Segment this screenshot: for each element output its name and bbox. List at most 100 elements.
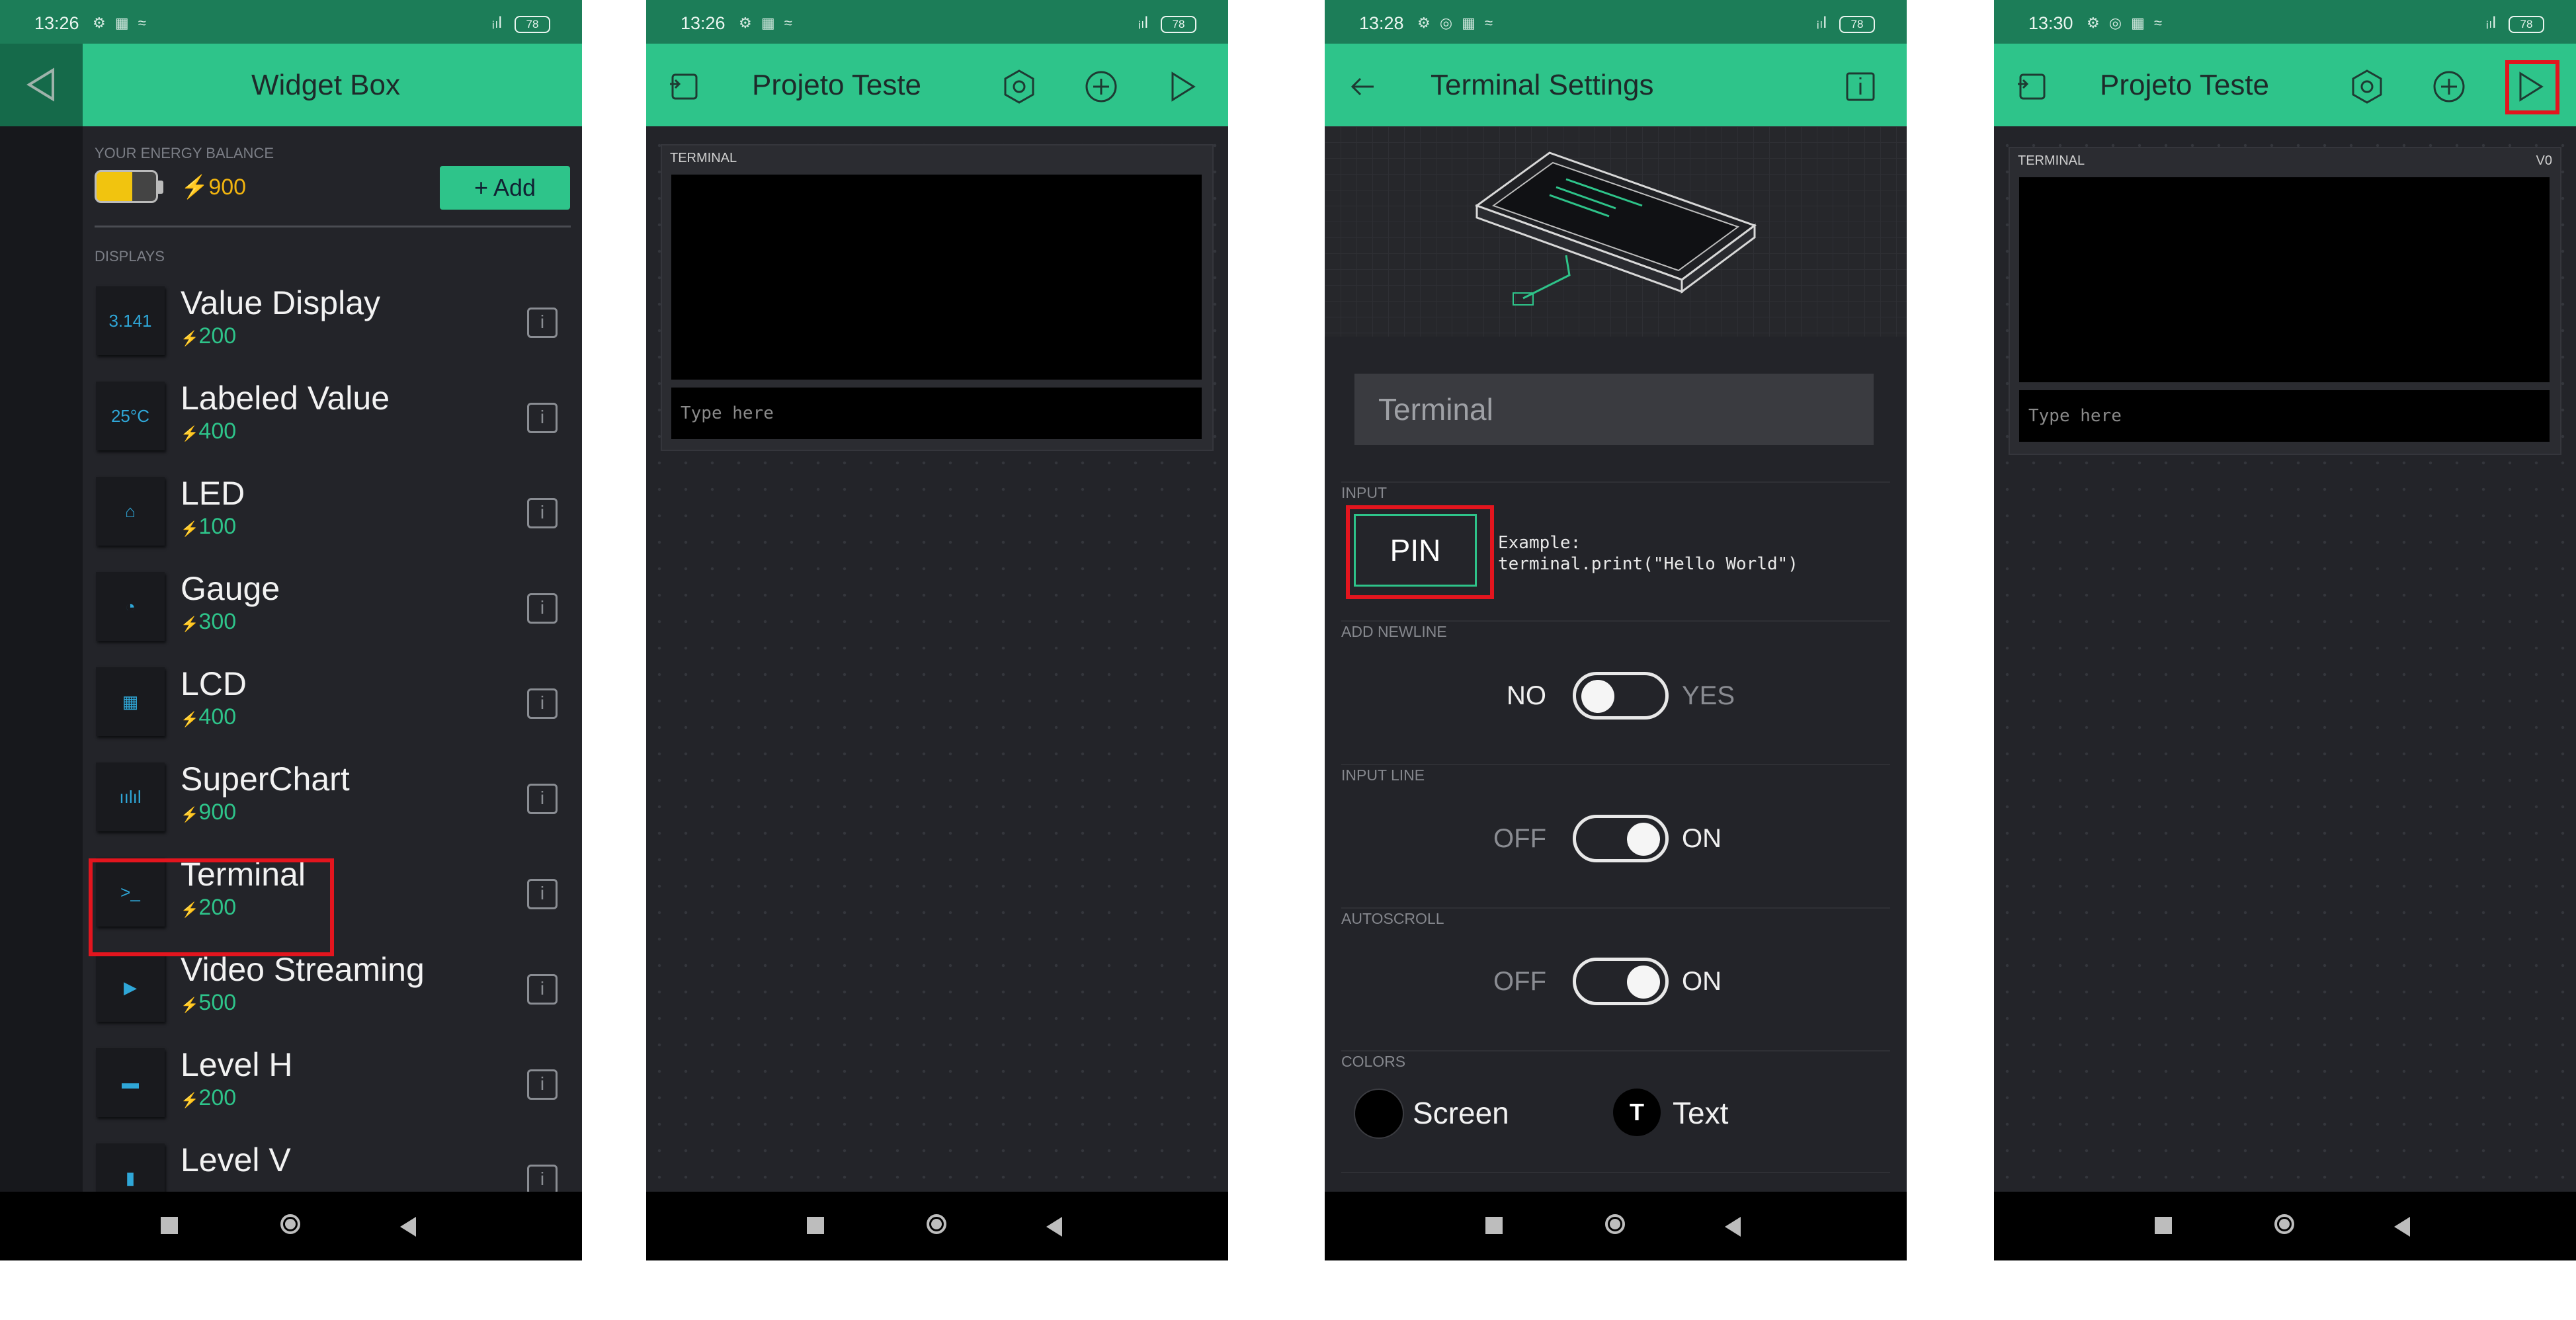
energy-battery-icon: [95, 170, 163, 203]
add-energy-button[interactable]: + Add: [440, 166, 570, 210]
terminal-input[interactable]: Type here: [671, 388, 1202, 439]
widget-info-icon[interactable]: i: [527, 593, 558, 624]
widget-list-item[interactable]: ▬ Level H ⚡200 i: [83, 1032, 582, 1128]
widget-info-icon[interactable]: i: [527, 879, 558, 909]
back-button[interactable]: [400, 1217, 416, 1237]
recents-button[interactable]: [1485, 1217, 1503, 1234]
info-icon[interactable]: [1842, 68, 1879, 105]
terminal-device-illustration: [1474, 151, 1757, 306]
recents-button[interactable]: [807, 1217, 824, 1234]
home-button[interactable]: [280, 1214, 300, 1234]
screen-color-swatch[interactable]: [1354, 1089, 1404, 1139]
widget-name: Value Display: [181, 284, 381, 321]
widget-list-item[interactable]: 3.141 Value Display ⚡200 i: [83, 270, 582, 366]
terminal-screen: [671, 175, 1202, 380]
back-button[interactable]: [1046, 1217, 1062, 1237]
terminal-input[interactable]: Type here: [2019, 390, 2550, 442]
back-arrow-icon[interactable]: [1345, 68, 1382, 105]
widget-icon-glyph: 3.141: [108, 310, 152, 331]
notification-icons: ⚙ ▦ ≈: [739, 15, 795, 31]
lcd-icon: ▦: [96, 667, 165, 736]
widget-info-icon[interactable]: i: [527, 974, 558, 1005]
signal-icon: ᵢₗl: [1138, 14, 1149, 32]
widget-cost-value: 400: [198, 419, 237, 444]
widget-info-icon[interactable]: i: [527, 784, 558, 814]
autoscroll-switch[interactable]: [1573, 958, 1669, 1005]
add-widget-icon[interactable]: [2431, 68, 2468, 105]
widget-list-item[interactable]: ◔ Gauge ⚡300 i: [83, 556, 582, 651]
signal-icon: ᵢₗl: [491, 14, 503, 32]
displays-section-label: DISPLAYS: [95, 248, 165, 265]
status-time: 13:28: [1359, 13, 1404, 33]
terminal-pin-label: V0: [2536, 153, 2552, 168]
widget-list-panel: YOUR ENERGY BALANCE ⚡900 + Add DISPLAYS …: [83, 126, 582, 1212]
play-icon[interactable]: [1163, 68, 1200, 105]
widget-info-icon[interactable]: i: [527, 688, 558, 719]
add-widget-icon[interactable]: [1083, 68, 1120, 105]
widget-icon-glyph: ▶: [124, 977, 137, 997]
energy-bolt-icon: ⚡: [181, 711, 199, 727]
widget-cost: ⚡300: [181, 609, 236, 635]
settings-header: Terminal Settings: [1325, 44, 1907, 126]
widget-info-icon[interactable]: i: [527, 1069, 558, 1100]
add-newline-switch[interactable]: [1573, 672, 1669, 720]
widget-name: Level H: [181, 1046, 293, 1083]
terminal-widget[interactable]: TERMINAL V0 Type here: [2009, 147, 2561, 455]
text-color-swatch[interactable]: T: [1613, 1089, 1661, 1136]
widget-cost-value: 200: [198, 323, 237, 349]
recents-button[interactable]: [161, 1217, 178, 1234]
widget-name: LCD: [181, 665, 247, 702]
project-title: Projeto Teste: [2100, 69, 2270, 101]
home-button[interactable]: [1605, 1214, 1625, 1234]
widget-cost: ⚡400: [181, 419, 236, 444]
home-button[interactable]: [2274, 1214, 2294, 1234]
autoscroll-label: AUTOSCROLL: [1341, 910, 1444, 927]
widget-info-icon[interactable]: i: [527, 1165, 558, 1195]
back-button[interactable]: [1725, 1217, 1741, 1237]
colors-label: COLORS: [1341, 1053, 1406, 1070]
widget-cost-value: 100: [198, 514, 237, 539]
example-line-1: Example:: [1498, 533, 1581, 553]
widget-cost: ⚡500: [181, 990, 236, 1016]
add-newline-toggle-row: NO YES: [1325, 669, 1907, 722]
terminal-highlight-box: [89, 858, 334, 956]
led-icon: ⌂: [96, 477, 165, 546]
home-button[interactable]: [927, 1214, 946, 1234]
status-time: 13:26: [681, 13, 726, 33]
toggle-on-label: YES: [1682, 681, 1735, 710]
widget-name: Level V: [181, 1141, 291, 1178]
widget-name-field[interactable]: Terminal: [1354, 374, 1874, 445]
status-bar: 13:28 ⚙ ◎ ▦ ≈ ᵢₗl 78: [1325, 0, 1907, 44]
widget-list-item[interactable]: ▦ LCD ⚡400 i: [83, 651, 582, 747]
project-header: Projeto Teste: [1994, 44, 2576, 126]
pin-highlight-box: [1346, 505, 1494, 599]
widget-list-item[interactable]: ⌂ LED ⚡100 i: [83, 461, 582, 556]
widget-list-item[interactable]: 25°C Labeled Value ⚡400 i: [83, 366, 582, 461]
terminal-screen: [2019, 177, 2550, 382]
widget-icon-glyph: 25°C: [110, 405, 150, 426]
terminal-widget[interactable]: TERMINAL Type here: [661, 144, 1214, 451]
widget-box-header: Widget Box: [83, 44, 582, 126]
widget-info-icon[interactable]: i: [527, 498, 558, 528]
collapse-drawer-button[interactable]: [0, 44, 83, 126]
settings-hexagon-icon[interactable]: [2348, 68, 2386, 105]
widget-name: Gauge: [181, 570, 280, 607]
recents-button[interactable]: [2155, 1217, 2172, 1234]
status-time: 13:30: [2028, 13, 2073, 33]
settings-hexagon-icon[interactable]: [1001, 68, 1038, 105]
widget-cost-value: 900: [198, 800, 237, 825]
widget-name: Labeled Value: [181, 380, 390, 417]
video-streaming-icon: ▶: [96, 953, 165, 1022]
back-button[interactable]: [2394, 1217, 2410, 1237]
input-line-switch[interactable]: [1573, 815, 1669, 862]
divider: [1341, 1050, 1890, 1052]
terminal-label: TERMINAL: [2018, 153, 2085, 168]
exit-project-icon[interactable]: [2014, 68, 2051, 105]
input-line-label: INPUT LINE: [1341, 766, 1425, 784]
input-line-toggle-row: OFF ON: [1325, 812, 1907, 865]
exit-project-icon[interactable]: [666, 68, 703, 105]
widget-list-item[interactable]: ıılıl SuperChart ⚡900 i: [83, 747, 582, 842]
toggle-on-label: ON: [1682, 967, 1722, 996]
widget-info-icon[interactable]: i: [527, 308, 558, 338]
widget-info-icon[interactable]: i: [527, 403, 558, 433]
